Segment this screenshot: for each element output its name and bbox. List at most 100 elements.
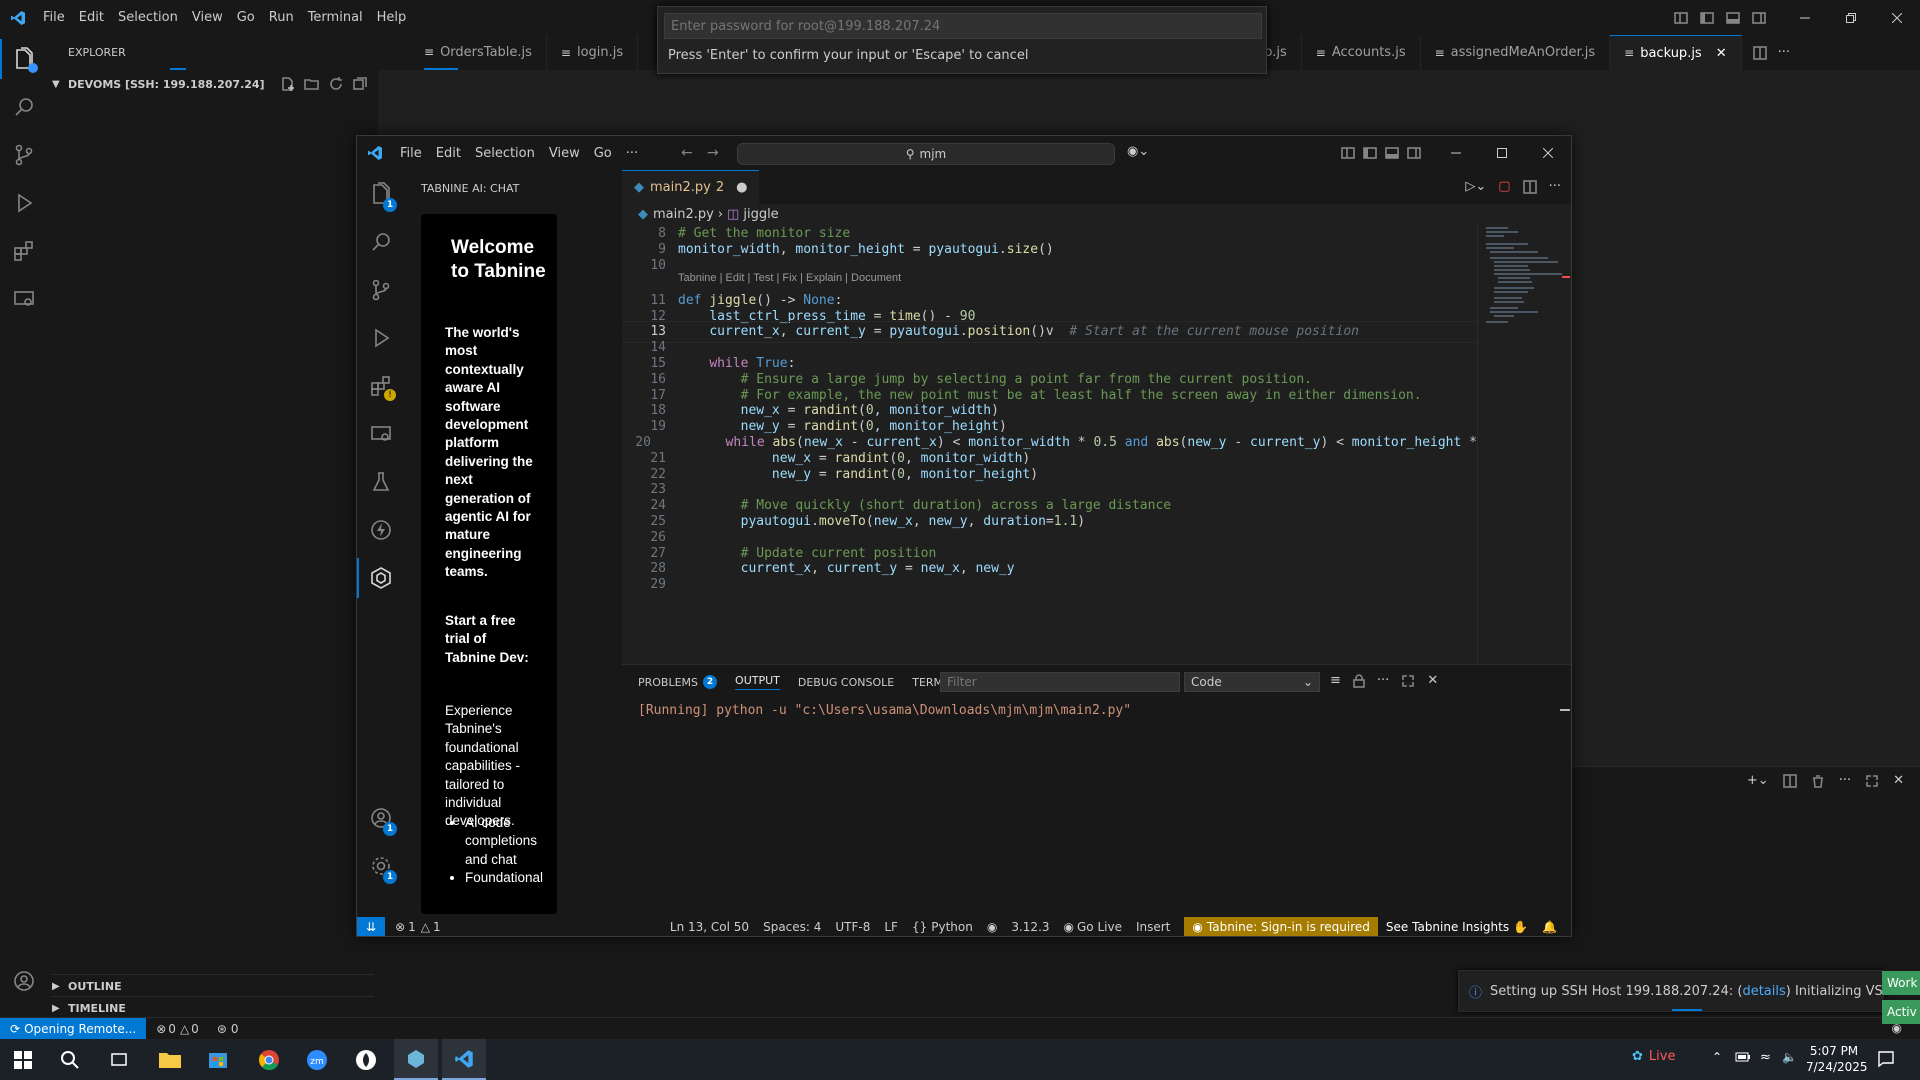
clock[interactable]: 5:07 PM 7/24/2025 <box>1806 1043 1868 1075</box>
taskbar-app-icon[interactable] <box>394 1039 438 1080</box>
menu-selection[interactable]: Selection <box>111 10 185 25</box>
breadcrumb-file[interactable]: main2.py <box>653 207 714 222</box>
command-center-search[interactable]: ⚲ mjm <box>737 143 1115 165</box>
tab-main2-py[interactable]: ◆ main2.py 2 ● <box>622 169 760 205</box>
tab-orders-table[interactable]: ≡ OrdersTable.js <box>378 34 547 71</box>
collapse-all-icon[interactable] <box>352 76 368 92</box>
copilot-icon[interactable]: ◉⌄ <box>1127 144 1149 159</box>
tabnine-insights[interactable]: See Tabnine Insights ✋ <box>1386 920 1528 934</box>
breadcrumb-symbol[interactable]: jiggle <box>743 207 778 222</box>
codelens[interactable]: Tabnine | Edit | Test | Fix | Explain | … <box>678 272 901 284</box>
inner-menu-file[interactable]: File <box>393 146 429 161</box>
menu-help[interactable]: Help <box>370 10 414 25</box>
editor-more-icon[interactable]: ··· <box>1549 179 1561 194</box>
battery-icon[interactable] <box>1735 1051 1751 1063</box>
accounts-icon[interactable] <box>0 957 48 1005</box>
panel-more-icon[interactable]: ··· <box>1839 773 1851 788</box>
toggle-secondary-sidebar-icon[interactable] <box>1746 11 1772 25</box>
task-view-icon[interactable] <box>110 1051 128 1069</box>
tab-assigned-me-an-order[interactable]: ≡ assignedMeAnOrder.js <box>1421 35 1611 70</box>
minimize-icon[interactable] <box>1433 148 1479 158</box>
testing-flask-icon[interactable] <box>357 458 405 506</box>
accounts-icon[interactable]: 1 <box>357 794 405 842</box>
folder-header[interactable]: ▼ DEVOMS [SSH: 199.188.207.24] <box>52 73 374 95</box>
run-debug-icon[interactable] <box>357 314 405 362</box>
toggle-sidebar-icon[interactable] <box>1359 146 1381 160</box>
chrome-icon[interactable] <box>258 1049 280 1071</box>
end-of-line[interactable]: LF <box>884 920 898 934</box>
customize-layout-icon[interactable] <box>1668 11 1694 25</box>
split-editor-icon[interactable] <box>1522 179 1537 194</box>
ports-status[interactable]: ⊛ 0 <box>217 1022 239 1036</box>
unsaved-dot-icon[interactable]: ● <box>736 180 747 195</box>
extensions-icon[interactable]: ! <box>357 362 405 410</box>
copilot-icon[interactable]: ◉ <box>987 920 997 934</box>
language-mode[interactable]: {} Python <box>912 920 973 934</box>
minimize-icon[interactable] <box>1782 13 1828 23</box>
extensions-icon[interactable] <box>0 227 48 275</box>
menu-view[interactable]: View <box>185 10 230 25</box>
inner-menu-go[interactable]: Go <box>587 146 619 161</box>
tray-chevron-up-icon[interactable]: ⌃ <box>1712 1050 1722 1064</box>
tab-backup[interactable]: ≡ backup.js ✕ <box>1610 34 1742 71</box>
run-debug-icon[interactable] <box>0 179 48 227</box>
outline-header[interactable]: ▶ OUTLINE <box>52 974 374 997</box>
inner-menu-edit[interactable]: Edit <box>429 146 468 161</box>
code-line[interactable]: 29 <box>622 575 1477 594</box>
menu-run[interactable]: Run <box>262 10 301 25</box>
tabnine-icon[interactable] <box>357 554 405 602</box>
toggle-panel-icon[interactable] <box>1381 146 1403 160</box>
explorer-icon[interactable] <box>0 35 48 83</box>
toggle-sidebar-icon[interactable] <box>1694 11 1720 25</box>
live-widget[interactable]: ✿ Live <box>1632 1049 1675 1064</box>
source-control-icon[interactable] <box>0 131 48 179</box>
explorer-icon[interactable]: 1 <box>357 170 405 218</box>
inner-menu-view[interactable]: View <box>542 146 587 161</box>
remote-indicator[interactable]: ⇊ <box>357 917 386 936</box>
menu-go[interactable]: Go <box>230 10 262 25</box>
cursor-position[interactable]: Ln 13, Col 50 <box>670 920 749 934</box>
close-panel-icon[interactable]: ✕ <box>1893 773 1904 788</box>
wifi-icon[interactable]: ≈ <box>1760 1050 1771 1065</box>
password-input[interactable] <box>664 13 1262 39</box>
clear-output-icon[interactable]: ≡ <box>1330 673 1341 688</box>
close-tab-icon[interactable]: ✕ <box>1716 46 1727 61</box>
inner-menu-more[interactable]: ··· <box>619 146 645 161</box>
toggle-secondary-sidebar-icon[interactable] <box>1403 146 1425 160</box>
close-icon[interactable] <box>1874 12 1920 23</box>
lock-scroll-icon[interactable] <box>1353 673 1365 688</box>
action-center-icon[interactable] <box>1877 1050 1895 1068</box>
tab-output[interactable]: OUTPUT <box>735 674 780 690</box>
speaker-muted-icon[interactable]: 🔈 <box>1782 1050 1797 1064</box>
windows-start-icon[interactable] <box>14 1051 32 1069</box>
split-editor-icon[interactable] <box>1752 45 1768 61</box>
back-arrow-icon[interactable]: ← <box>681 145 693 161</box>
problems-status[interactable]: ⊗ 0 △ 0 <box>156 1022 199 1036</box>
tabnine-status[interactable]: ◉ Tabnine: Sign-in is required <box>1184 917 1378 936</box>
manage-gear-icon[interactable]: 1 <box>357 842 405 890</box>
lightning-icon[interactable] <box>357 506 405 554</box>
customize-layout-icon[interactable] <box>1337 146 1359 160</box>
remote-indicator[interactable]: ⟳ Opening Remote... <box>0 1018 147 1040</box>
editor-mode[interactable]: Insert <box>1136 920 1170 934</box>
maximize-icon[interactable] <box>1479 148 1525 158</box>
maximize-panel-icon[interactable] <box>1401 674 1415 688</box>
file-explorer-icon[interactable] <box>159 1050 181 1068</box>
split-terminal-icon[interactable] <box>1782 773 1797 788</box>
more-actions-icon[interactable]: ··· <box>1778 45 1790 60</box>
search-icon[interactable] <box>0 83 48 131</box>
menu-terminal[interactable]: Terminal <box>301 10 370 25</box>
tab-problems[interactable]: PROBLEMS 2 <box>638 675 718 689</box>
zoom-icon[interactable]: zm <box>306 1049 328 1071</box>
source-control-icon[interactable] <box>357 266 405 314</box>
kill-terminal-icon[interactable] <box>1811 774 1825 788</box>
tab-debug-console[interactable]: DEBUG CONSOLE <box>798 676 894 689</box>
toggle-panel-icon[interactable] <box>1720 11 1746 25</box>
microsoft-store-icon[interactable] <box>208 1049 228 1069</box>
new-file-icon[interactable] <box>280 76 296 92</box>
run-file-icon[interactable]: ▷⌄ <box>1465 179 1486 194</box>
minimap[interactable] <box>1477 224 1570 664</box>
new-terminal-icon[interactable]: +⌄ <box>1747 773 1769 788</box>
tab-login[interactable]: ≡ login.js <box>547 35 639 70</box>
problems-status[interactable]: ⊗ 1 △ 1 <box>395 920 455 934</box>
